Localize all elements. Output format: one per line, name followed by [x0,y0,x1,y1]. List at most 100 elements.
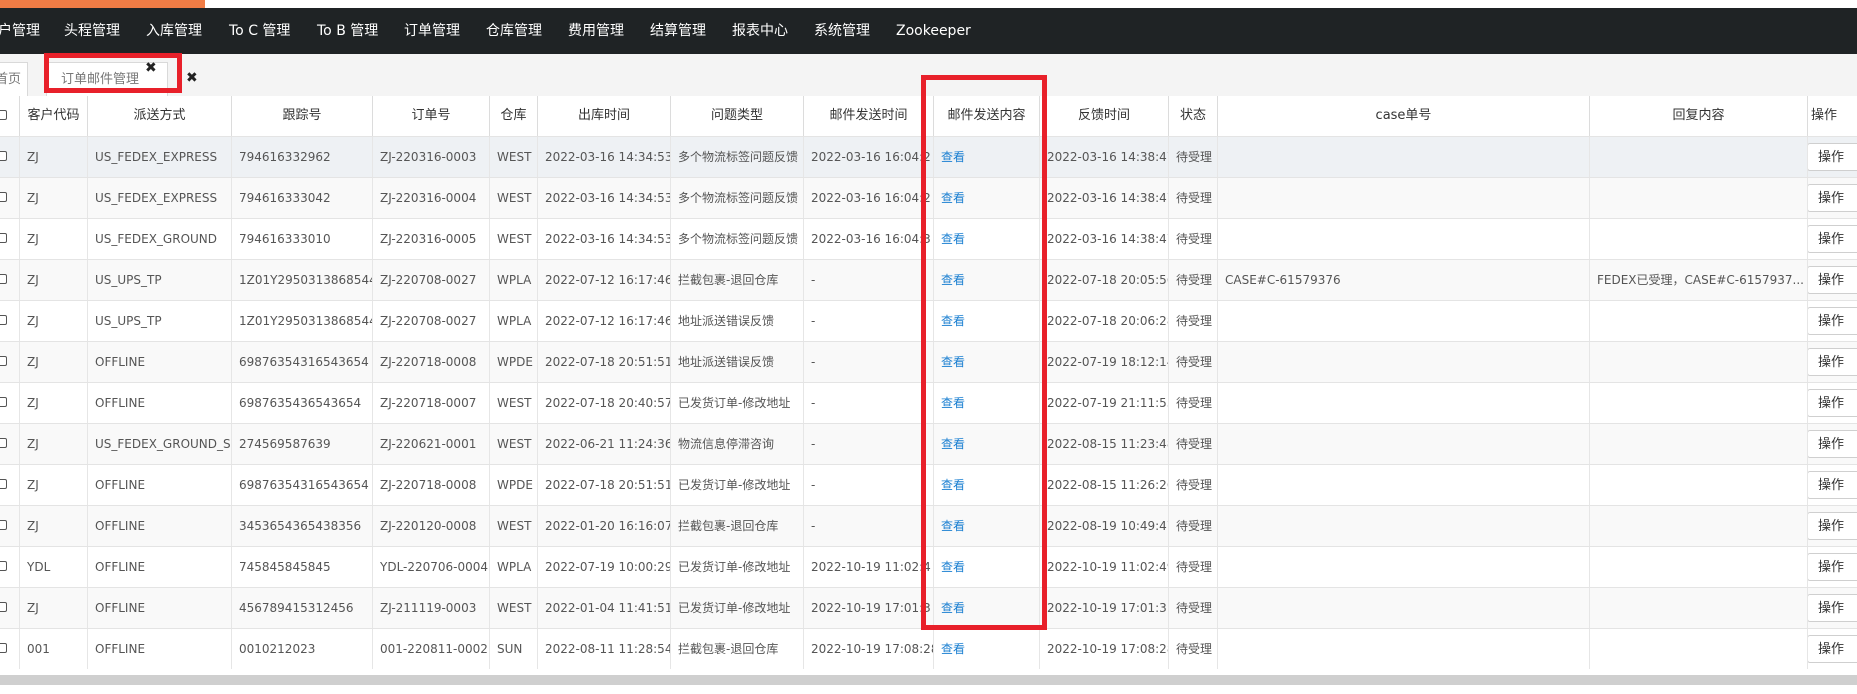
cell-warehouse: WEST [490,383,538,423]
cell-order: YDL-220706-0004 [373,547,490,587]
row-ops-dropdown-button[interactable]: 操作 [1808,143,1857,171]
row-checkbox[interactable] [0,192,7,202]
row-checkbox[interactable] [0,438,7,448]
view-mail-link[interactable]: 查看 [941,150,965,164]
row-ops-dropdown-button[interactable]: 操作 [1808,594,1857,622]
cell-case [1218,506,1590,546]
cell-feedback: 2022-10-19 11:02:49 [1040,547,1169,587]
view-mail-link[interactable]: 查看 [941,437,965,451]
nav-item-reports[interactable]: 报表中心 [732,8,788,54]
cell-reply [1590,137,1808,177]
nav-item-system[interactable]: 系统管理 [814,8,870,54]
row-ops-dropdown-button[interactable]: 操作 [1808,184,1857,212]
cell-case [1218,629,1590,669]
row-ops-dropdown-button[interactable]: 操作 [1808,635,1857,663]
view-mail-link[interactable]: 查看 [941,191,965,205]
row-checkbox[interactable] [0,643,7,653]
cell-ops: 操作 [1808,588,1857,628]
row-checkbox[interactable] [0,356,7,366]
cell-case [1218,219,1590,259]
view-mail-link[interactable]: 查看 [941,601,965,615]
row-checkbox[interactable] [0,561,7,571]
row-ops-dropdown-button[interactable]: 操作 [1808,266,1857,294]
cell-case [1218,424,1590,464]
cell-delivery: US_FEDEX_GROUND [88,219,232,259]
cell-tracking: 794616333042 [232,178,373,218]
row-ops-dropdown-button[interactable]: 操作 [1808,225,1857,253]
row-ops-dropdown-button[interactable]: 操作 [1808,471,1857,499]
row-checkbox[interactable] [0,479,7,489]
cell-status: 待受理 [1169,629,1218,669]
row-select-cell [0,465,20,505]
row-checkbox[interactable] [0,602,7,612]
view-mail-link[interactable]: 查看 [941,355,965,369]
view-mail-link[interactable]: 查看 [941,314,965,328]
view-mail-link[interactable]: 查看 [941,232,965,246]
cell-issue: 拦截包裹-退回仓库 [671,629,804,669]
cell-customer: ZJ [20,383,88,423]
table-row: ZJ OFFLINE 6987635436543654 ZJ-220718-0007 W… [0,382,1857,423]
row-ops-dropdown-button[interactable]: 操作 [1808,430,1857,458]
nav-item-toc[interactable]: To C 管理 [229,8,290,54]
cell-ops: 操作 [1808,383,1857,423]
cell-reply [1590,301,1808,341]
cell-feedback: 2022-03-16 14:38:47 [1040,137,1169,177]
row-ops-dropdown-button[interactable]: 操作 [1808,512,1857,540]
row-checkbox[interactable] [0,233,7,243]
row-ops-dropdown-button[interactable]: 操作 [1808,553,1857,581]
view-mail-link[interactable]: 查看 [941,560,965,574]
row-checkbox[interactable] [0,315,7,325]
close-all-tabs-icon[interactable]: ✖ [186,68,198,88]
nav-item-settlement[interactable]: 结算管理 [650,8,706,54]
select-all-checkbox[interactable] [0,110,7,120]
cell-tracking: 69876354316543654 [232,465,373,505]
row-checkbox[interactable] [0,274,7,284]
cell-status: 待受理 [1169,465,1218,505]
cell-feedback: 2022-07-18 20:06:28 [1040,301,1169,341]
horizontal-scrollbar[interactable] [0,675,1857,685]
nav-item-first-leg[interactable]: 头程管理 [64,8,120,54]
view-mail-link[interactable]: 查看 [941,273,965,287]
cell-status: 待受理 [1169,383,1218,423]
cell-delivery: OFFLINE [88,383,232,423]
cell-order: ZJ-220718-0008 [373,465,490,505]
cell-mail-content: 查看 [934,629,1040,669]
nav-item-tob[interactable]: To B 管理 [317,8,378,54]
select-all-cell [0,96,20,136]
tab-home[interactable]: 首页 [0,62,28,97]
cell-delivery: US_UPS_TP [88,260,232,300]
row-select-cell [0,301,20,341]
tab-close-icon[interactable]: ✖ [145,58,157,78]
row-checkbox[interactable] [0,397,7,407]
cell-mail-time: - [804,301,934,341]
cell-tracking: 794616332962 [232,137,373,177]
row-select-cell [0,219,20,259]
row-ops-dropdown-button[interactable]: 操作 [1808,389,1857,417]
nav-item-warehouse[interactable]: 仓库管理 [486,8,542,54]
cell-customer: ZJ [20,424,88,464]
cell-feedback: 2022-03-16 14:38:47 [1040,178,1169,218]
row-select-cell [0,137,20,177]
row-checkbox[interactable] [0,520,7,530]
cell-reply [1590,424,1808,464]
row-ops-dropdown-button[interactable]: 操作 [1808,348,1857,376]
nav-item-inbound[interactable]: 入库管理 [146,8,202,54]
cell-customer: YDL [20,547,88,587]
cell-customer: 001 [20,629,88,669]
cell-issue: 多个物流标签问题反馈 [671,137,804,177]
nav-item-zookeeper[interactable]: Zookeeper [896,8,971,54]
view-mail-link[interactable]: 查看 [941,478,965,492]
cell-delivery: OFFLINE [88,629,232,669]
row-ops-dropdown-button[interactable]: 操作 [1808,307,1857,335]
view-mail-link[interactable]: 查看 [941,396,965,410]
cell-mail-time: - [804,260,934,300]
row-checkbox[interactable] [0,151,7,161]
nav-item-fees[interactable]: 费用管理 [568,8,624,54]
nav-item-user-mgmt[interactable]: 户管理 [0,8,40,54]
header-case: case单号 [1218,96,1590,136]
header-tracking: 跟踪号 [232,96,373,136]
nav-item-orders[interactable]: 订单管理 [404,8,460,54]
cell-ops: 操作 [1808,547,1857,587]
view-mail-link[interactable]: 查看 [941,642,965,656]
view-mail-link[interactable]: 查看 [941,519,965,533]
